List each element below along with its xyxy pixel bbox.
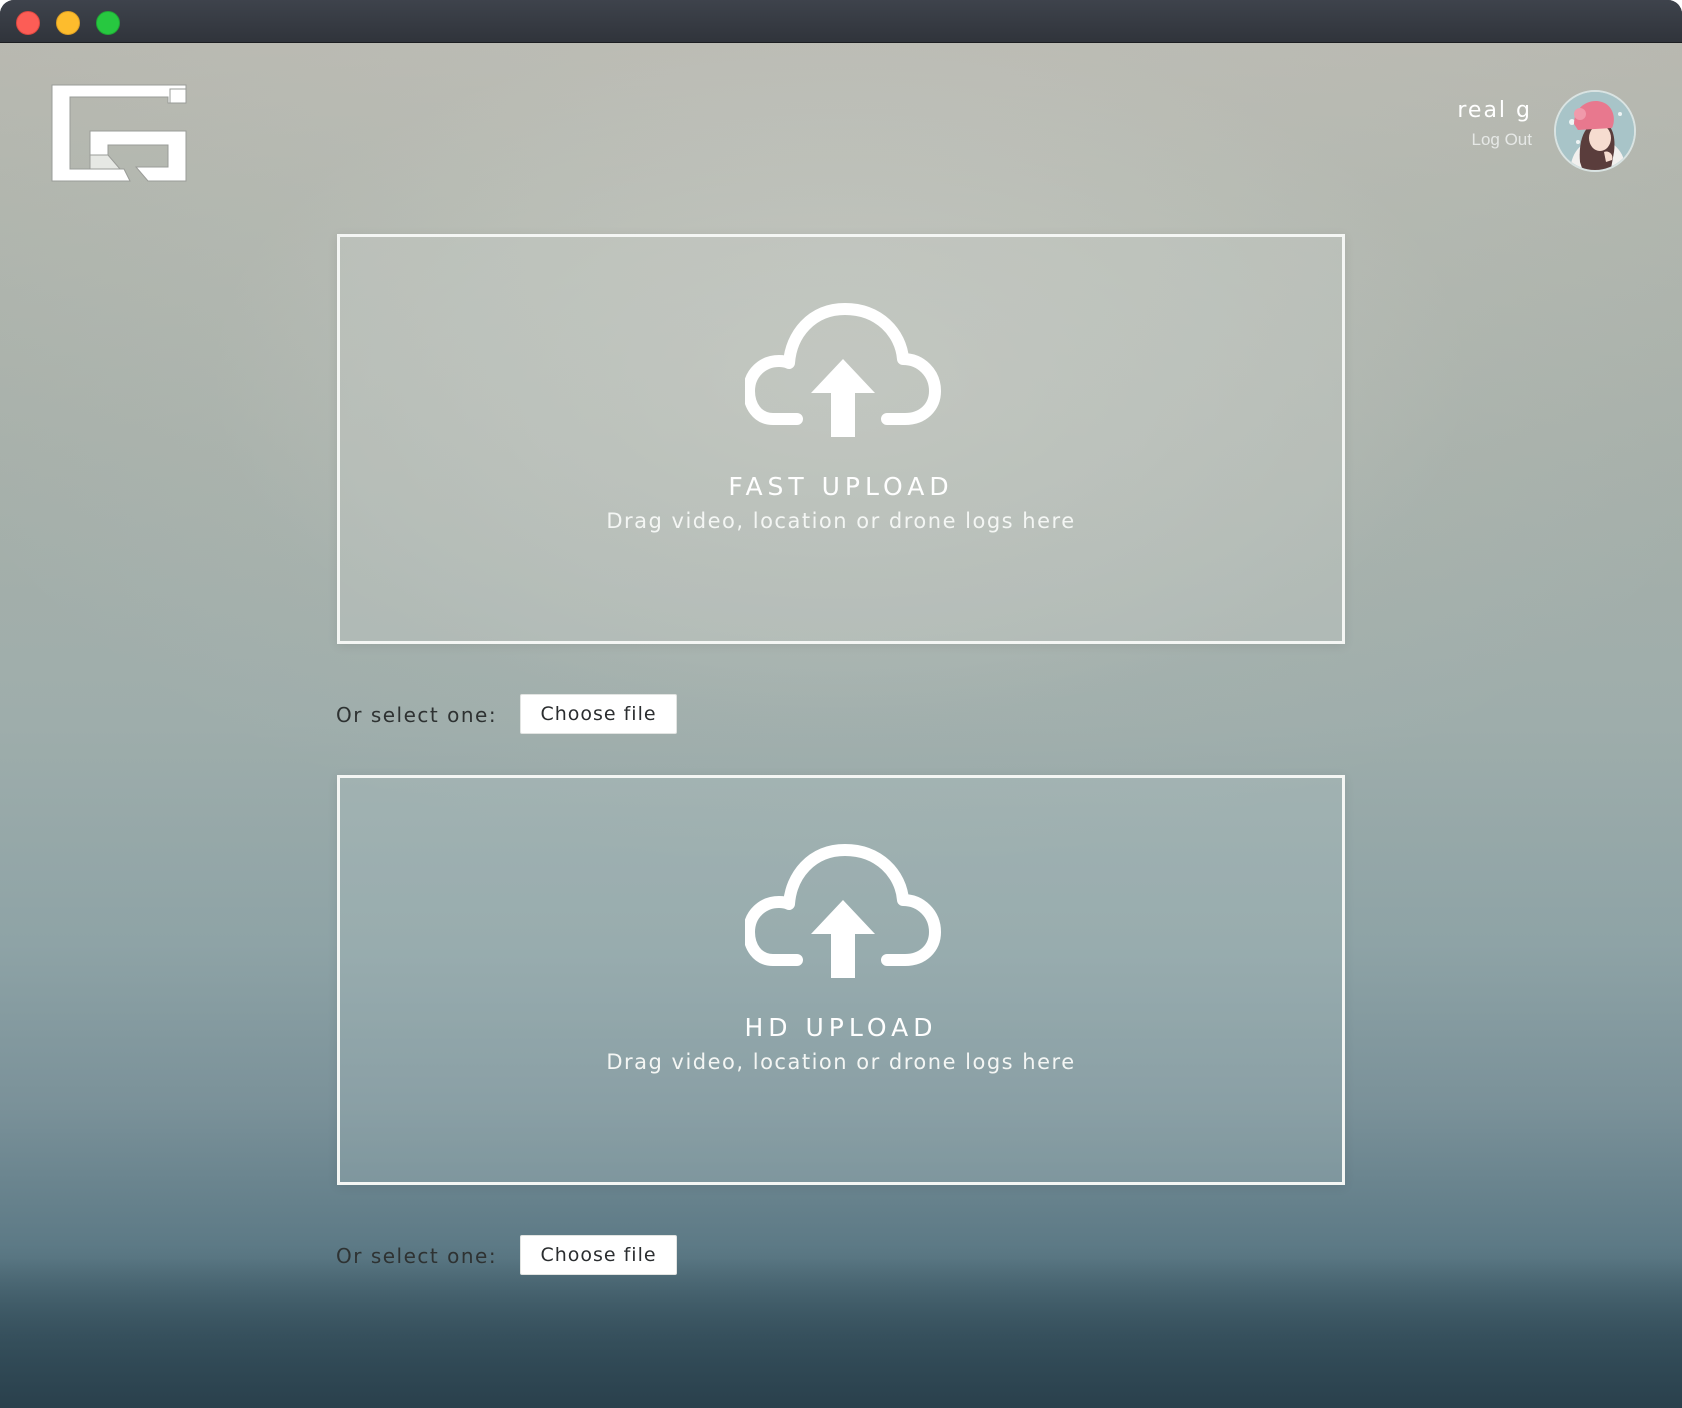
close-window-button[interactable]	[16, 11, 40, 35]
user-name: real g	[1457, 98, 1532, 123]
select-label: Or select one:	[336, 703, 498, 727]
logout-link[interactable]: Log Out	[1472, 130, 1533, 150]
minimize-window-button[interactable]	[56, 11, 80, 35]
fast-upload-dropzone[interactable]: FAST UPLOAD Drag video, location or dron…	[337, 234, 1345, 644]
app-window: real g Log Out FAST UPLOAD Drag video, l…	[0, 0, 1682, 1408]
background-ground	[0, 1258, 1682, 1408]
fast-upload-title: FAST UPLOAD	[728, 472, 954, 501]
fast-upload-select-row: Or select one: Choose file	[336, 694, 736, 734]
app-logo-icon[interactable]	[50, 83, 188, 185]
maximize-window-button[interactable]	[96, 11, 120, 35]
user-menu: real g Log Out	[1396, 90, 1636, 172]
fast-upload-subtitle: Drag video, location or drone logs here	[606, 509, 1076, 533]
select-label: Or select one:	[336, 1244, 498, 1268]
user-avatar[interactable]	[1554, 90, 1636, 172]
cloud-upload-icon	[745, 844, 941, 978]
title-bar	[0, 0, 1682, 43]
fast-choose-file-button[interactable]: Choose file	[520, 694, 677, 734]
hd-upload-select-row: Or select one: Choose file	[336, 1235, 736, 1275]
hd-choose-file-button[interactable]: Choose file	[520, 1235, 677, 1275]
hd-upload-subtitle: Drag video, location or drone logs here	[606, 1050, 1076, 1074]
hd-upload-dropzone[interactable]: HD UPLOAD Drag video, location or drone …	[337, 775, 1345, 1185]
page-content: real g Log Out FAST UPLOAD Drag video, l…	[0, 43, 1682, 1408]
cloud-upload-icon	[745, 303, 941, 437]
hd-upload-title: HD UPLOAD	[744, 1013, 938, 1042]
